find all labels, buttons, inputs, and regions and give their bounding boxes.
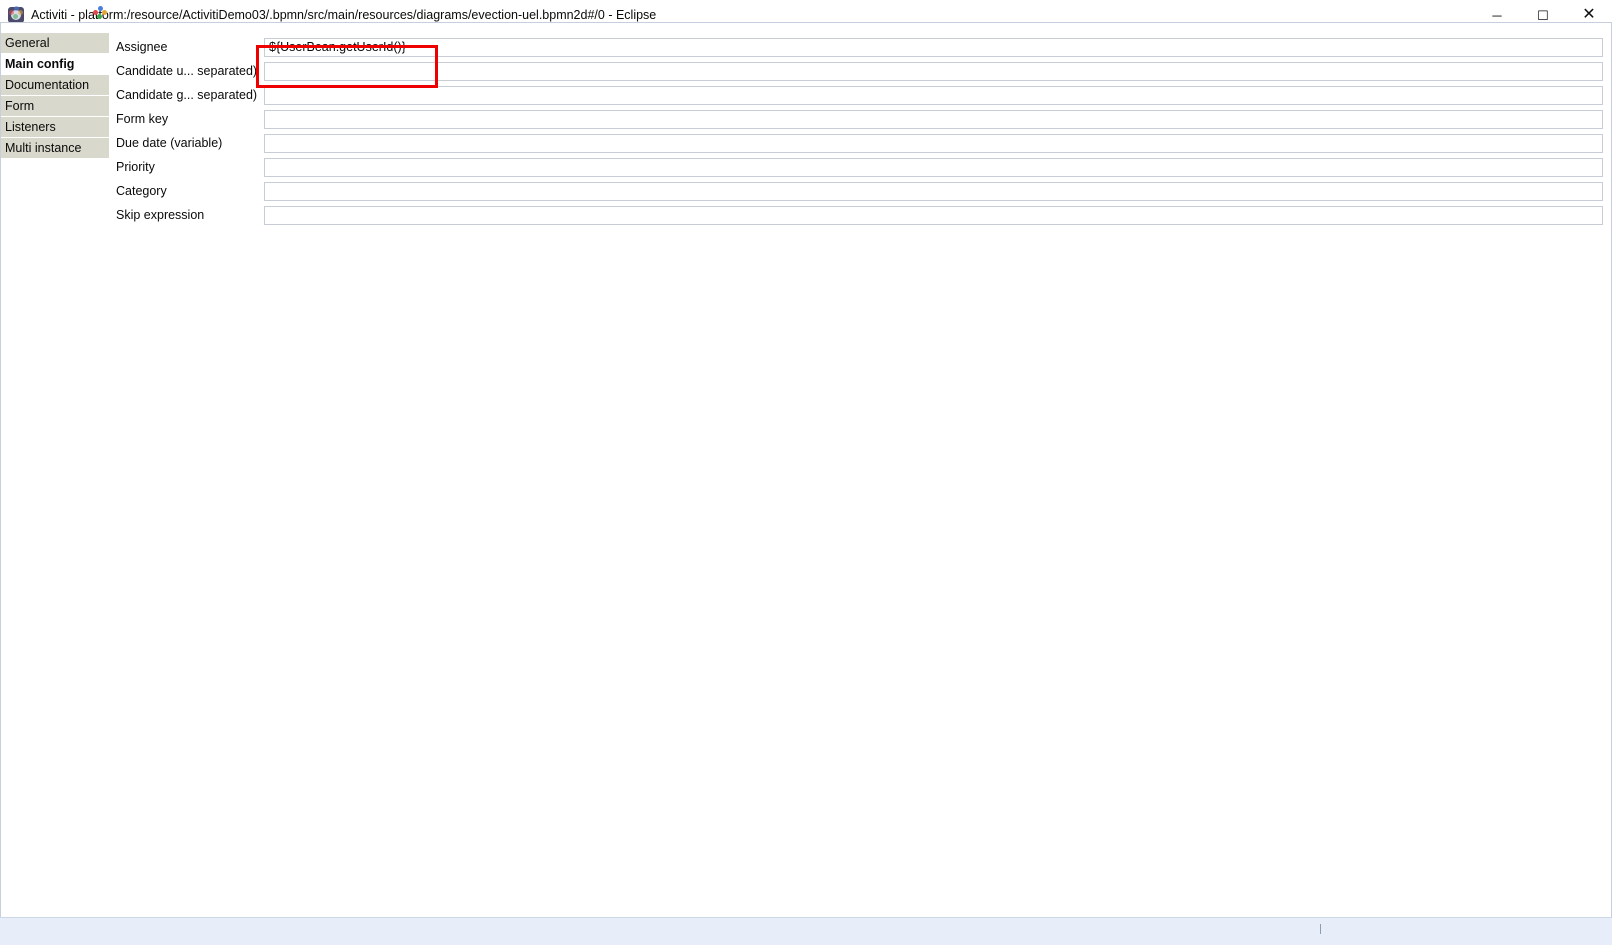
properties-form: Assignee ${UserBean.getUserId()} Candida… — [109, 23, 1611, 944]
field-label: Due date (variable) — [116, 136, 223, 150]
properties-section-main-config[interactable]: Main config — [1, 54, 109, 74]
properties-body: General Main config Documentation Form L… — [0, 22, 1612, 945]
field-row-category: Category — [109, 179, 1611, 203]
window-title: Activiti - platform:/resource/ActivitiDe… — [31, 8, 657, 22]
properties-section-documentation[interactable]: Documentation — [1, 75, 109, 95]
properties-section-listeners[interactable]: Listeners — [1, 117, 109, 137]
properties-section-general[interactable]: General — [1, 33, 109, 53]
field-row-candidate-users: Candidate u... separated) — [109, 59, 1611, 83]
properties-section-label: Listeners — [5, 120, 56, 134]
properties-section-multi-instance[interactable]: Multi instance — [1, 138, 109, 158]
status-bar-grip — [1320, 924, 1321, 934]
field-label: Form key — [116, 112, 169, 126]
eclipse-window: Activiti - platform:/resource/ActivitiDe… — [0, 0, 1612, 945]
properties-section-label: Documentation — [5, 78, 90, 92]
field-label: Category — [116, 184, 167, 198]
field-row-assignee: Assignee ${UserBean.getUserId()} — [109, 35, 1611, 59]
form-key-input[interactable] — [264, 109, 1603, 129]
field-row-form-key: Form key — [109, 107, 1611, 131]
assignee-input[interactable]: ${UserBean.getUserId()} — [264, 37, 1603, 57]
properties-section-list: General Main config Documentation Form L… — [1, 23, 109, 944]
properties-section-label: Form — [5, 99, 35, 113]
properties-section-label: Main config — [5, 57, 75, 71]
field-row-priority: Priority — [109, 155, 1611, 179]
status-bar — [0, 917, 1612, 945]
field-label: Candidate g... separated) — [116, 88, 258, 102]
field-row-due-date: Due date (variable) — [109, 131, 1611, 155]
bpmn-file-icon — [9, 6, 23, 20]
due-date-input[interactable] — [264, 133, 1603, 153]
priority-input[interactable] — [264, 157, 1603, 177]
candidate-groups-input[interactable] — [264, 85, 1603, 105]
field-label: Assignee — [116, 40, 168, 54]
properties-section-label: General — [5, 36, 50, 50]
skip-expression-input[interactable] — [264, 205, 1603, 225]
candidate-users-input[interactable] — [264, 61, 1603, 81]
field-row-skip-expression: Skip expression — [109, 203, 1611, 227]
bpmn-file-icon — [92, 6, 107, 20]
field-label: Priority — [116, 160, 155, 174]
field-row-candidate-groups: Candidate g... separated) — [109, 83, 1611, 107]
category-input[interactable] — [264, 181, 1603, 201]
field-label: Skip expression — [116, 208, 205, 222]
field-label: Candidate u... separated) — [116, 64, 258, 78]
properties-section-label: Multi instance — [5, 141, 82, 155]
properties-section-form[interactable]: Form — [1, 96, 109, 116]
properties-panel: Properties ☒ Problems Ant Error Log — [0, 22, 1612, 945]
